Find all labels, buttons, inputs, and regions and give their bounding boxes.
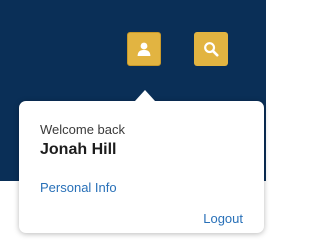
user-icon bbox=[137, 42, 151, 56]
personal-info-link[interactable]: Personal Info bbox=[40, 180, 117, 195]
welcome-text: Welcome back bbox=[40, 122, 126, 137]
search-button[interactable] bbox=[194, 32, 228, 66]
account-popover: Welcome back Jonah Hill Personal Info Lo… bbox=[19, 101, 264, 233]
user-account-button[interactable] bbox=[127, 32, 161, 66]
popover-arrow bbox=[135, 90, 155, 101]
logout-link[interactable]: Logout bbox=[203, 211, 243, 226]
search-icon bbox=[204, 42, 219, 57]
user-name: Jonah Hill bbox=[40, 141, 117, 158]
